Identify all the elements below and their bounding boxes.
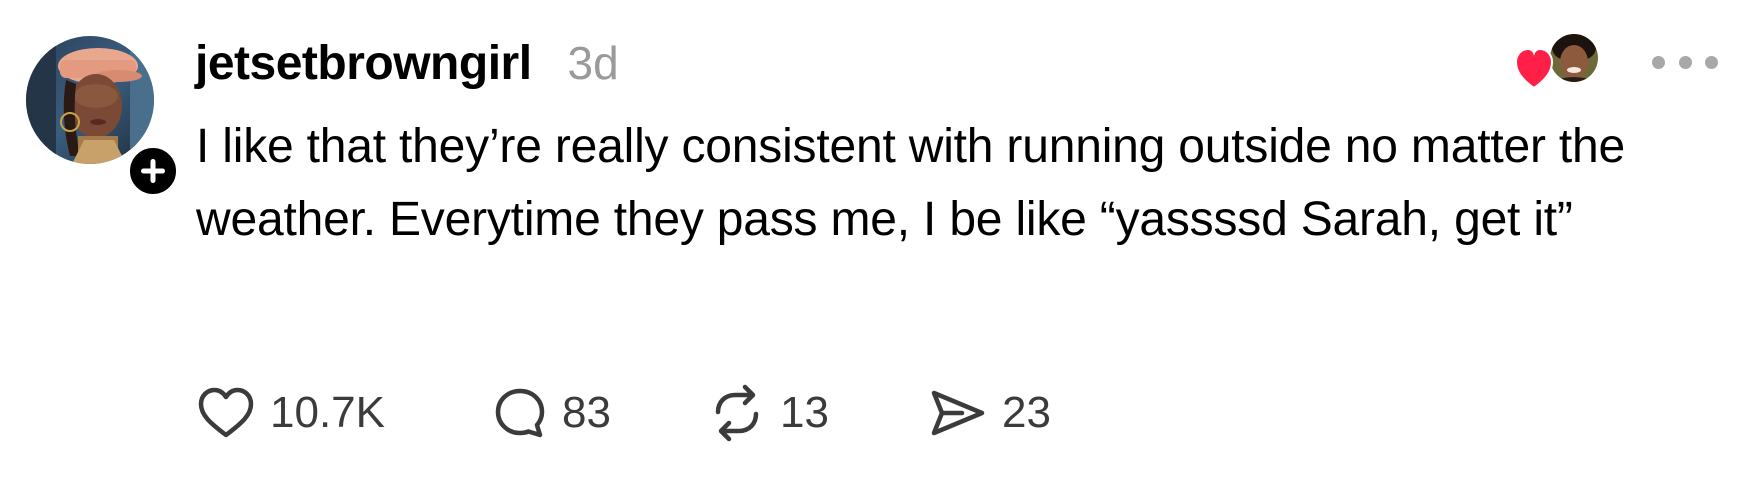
repost-button[interactable]: 13 — [708, 384, 928, 442]
post-timestamp: 3d — [567, 37, 619, 89]
liked-by-avatar — [1550, 34, 1598, 82]
heart-icon — [1514, 47, 1554, 90]
author-avatar-container — [26, 36, 182, 200]
more-dot — [1678, 55, 1692, 69]
thread-post: jetsetbrowngirl 3d I like that they’re r… — [0, 0, 1738, 482]
avatar[interactable] — [26, 36, 154, 164]
more-dot — [1705, 55, 1718, 69]
like-button[interactable]: 10.7K — [196, 385, 492, 441]
more-horizontal-icon — [1652, 55, 1665, 69]
post-header: jetsetbrowngirl 3d — [195, 28, 619, 98]
follow-button[interactable] — [124, 142, 182, 200]
share-button[interactable]: 23 — [928, 385, 1051, 441]
comment-icon — [495, 388, 545, 438]
more-options-button[interactable] — [1652, 44, 1718, 80]
reply-count: 83 — [562, 388, 611, 437]
plus-icon — [141, 159, 165, 183]
post-actions: 10.7K 83 13 23 — [196, 380, 1051, 446]
post-body: I like that they’re really consistent wi… — [196, 120, 1626, 246]
share-count: 23 — [1002, 388, 1051, 437]
heart-outline-icon — [198, 387, 254, 438]
send-icon — [931, 390, 985, 436]
liked-by-indicator[interactable] — [1514, 32, 1600, 98]
reply-button[interactable]: 83 — [492, 385, 708, 441]
like-count: 10.7K — [270, 388, 385, 437]
repost-icon — [715, 384, 759, 442]
repost-count: 13 — [780, 388, 829, 437]
author-username[interactable]: jetsetbrowngirl — [195, 36, 532, 91]
